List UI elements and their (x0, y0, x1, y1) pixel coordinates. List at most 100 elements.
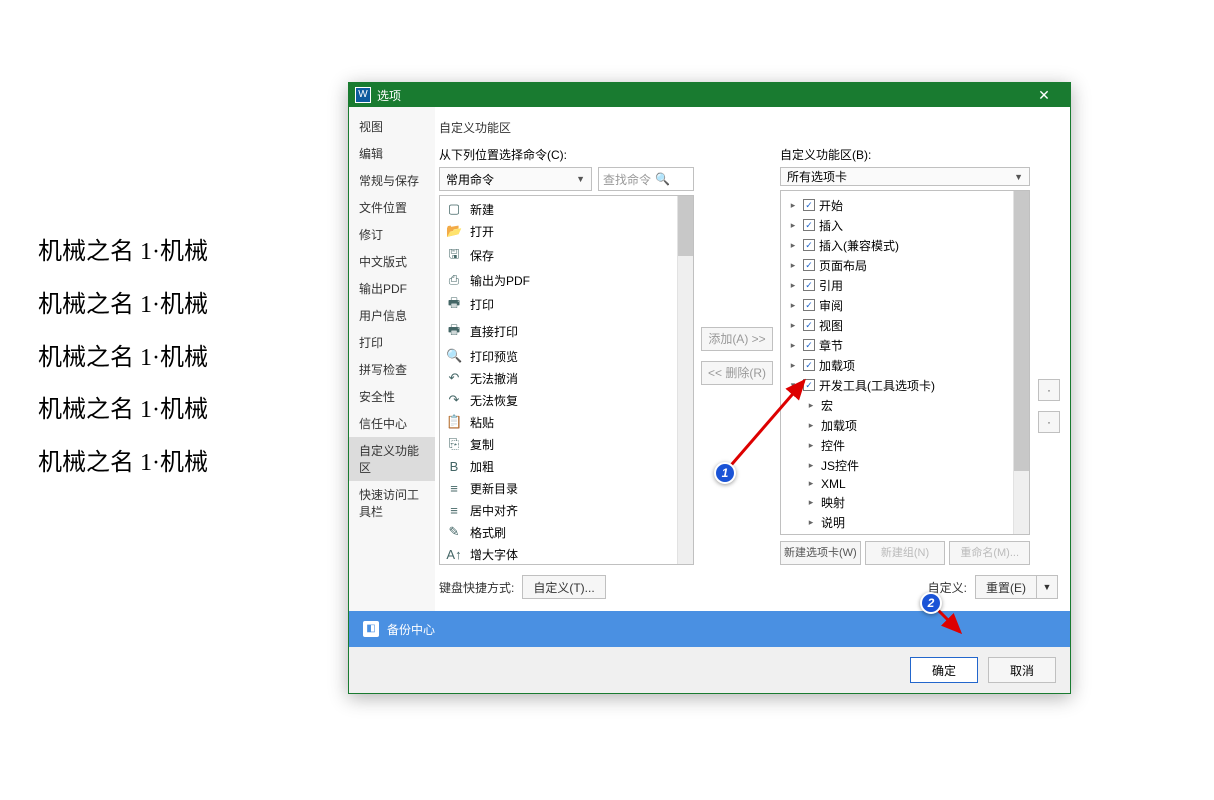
command-item[interactable]: ✎格式刷 (440, 521, 693, 543)
search-commands-input[interactable]: 查找命令 🔍 (598, 167, 694, 191)
tree-node[interactable]: ▸✓引用 (783, 275, 1027, 295)
sidenav-item[interactable]: 常规与保存 (349, 167, 435, 194)
sidenav-item[interactable]: 文件位置 (349, 194, 435, 221)
command-item[interactable]: ≡更新目录 (440, 477, 693, 499)
tree-node[interactable]: ▸✓插入 (783, 215, 1027, 235)
tree-node[interactable]: ▸关闭 (783, 532, 1027, 535)
expand-icon[interactable]: ▸ (787, 280, 799, 291)
tree-node[interactable]: ▾✓开发工具(工具选项卡) (783, 375, 1027, 395)
checkbox[interactable]: ✓ (803, 219, 815, 231)
new-group-button[interactable]: 新建组(N) (865, 541, 946, 565)
reset-dropdown[interactable]: ▼ (1037, 575, 1058, 599)
sidenav-item[interactable]: 输出PDF (349, 275, 435, 302)
move-up-button[interactable]: · (1038, 379, 1060, 401)
checkbox[interactable]: ✓ (803, 299, 815, 311)
command-item[interactable]: ⎘复制 (440, 433, 693, 455)
tree-node[interactable]: ▸✓插入(兼容模式) (783, 235, 1027, 255)
expand-icon[interactable]: ▸ (787, 220, 799, 231)
checkbox[interactable]: ✓ (803, 239, 815, 251)
section-title: 自定义功能区 (439, 115, 1058, 140)
checkbox[interactable]: ✓ (803, 199, 815, 211)
command-item[interactable]: 📂打开 (440, 220, 693, 242)
command-icon: 🖶 (446, 321, 462, 343)
sidenav-item[interactable]: 打印 (349, 329, 435, 356)
titlebar: W 选项 ✕ (349, 83, 1070, 107)
command-icon: 🖫 (446, 245, 462, 267)
scrollbar[interactable] (677, 196, 693, 564)
command-item[interactable]: 🖶直接打印 (440, 318, 693, 345)
callout-1: 1 (714, 462, 736, 484)
expand-icon[interactable]: ▸ (787, 340, 799, 351)
command-item[interactable]: ↷无法恢复 (440, 389, 693, 411)
sidenav-item[interactable]: 修订 (349, 221, 435, 248)
tree-node[interactable]: ▸映射 (783, 492, 1027, 512)
command-icon: ≡ (446, 481, 462, 496)
command-item[interactable]: 📋粘贴 (440, 411, 693, 433)
cancel-button[interactable]: 取消 (988, 657, 1056, 683)
expand-icon[interactable]: ▸ (805, 517, 817, 528)
command-icon: B (446, 459, 462, 474)
checkbox[interactable]: ✓ (803, 319, 815, 331)
scrollbar[interactable] (1013, 191, 1029, 534)
sidenav-item[interactable]: 快速访问工具栏 (349, 481, 435, 525)
dialog-title: 选项 (377, 87, 1024, 104)
move-down-button[interactable]: · (1038, 411, 1060, 433)
command-item[interactable]: ▢新建 (440, 198, 693, 220)
command-item[interactable]: ≡居中对齐 (440, 499, 693, 521)
close-icon[interactable]: ✕ (1024, 87, 1064, 104)
rename-button[interactable]: 重命名(M)... (949, 541, 1030, 565)
options-sidenav: 视图编辑常规与保存文件位置修订中文版式输出PDF用户信息打印拼写检查安全性信任中… (349, 107, 435, 611)
keyboard-shortcut-label: 键盘快捷方式: (439, 579, 514, 596)
expand-icon[interactable]: ▸ (787, 320, 799, 331)
expand-icon[interactable]: ▸ (787, 200, 799, 211)
sidenav-item[interactable]: 中文版式 (349, 248, 435, 275)
command-item[interactable]: ⎙输出为PDF (440, 269, 693, 291)
sidenav-item[interactable]: 安全性 (349, 383, 435, 410)
command-icon: ▢ (446, 201, 462, 217)
tree-node[interactable]: ▸控件 (783, 435, 1027, 455)
command-item[interactable]: 🔍打印预览 (440, 345, 693, 367)
tree-node[interactable]: ▸✓审阅 (783, 295, 1027, 315)
command-icon: 🔍 (446, 348, 462, 364)
tree-node[interactable]: ▸✓视图 (783, 315, 1027, 335)
tree-node[interactable]: ▸加载项 (783, 415, 1027, 435)
add-button[interactable]: 添加(A) >> (701, 327, 773, 351)
reset-button[interactable]: 重置(E) (975, 575, 1037, 599)
expand-icon[interactable]: ▸ (787, 360, 799, 371)
sidenav-item[interactable]: 信任中心 (349, 410, 435, 437)
command-source-combo[interactable]: 常用命令 ▼ (439, 167, 592, 191)
sidenav-item[interactable]: 编辑 (349, 140, 435, 167)
tree-node[interactable]: ▸✓页面布局 (783, 255, 1027, 275)
tree-node[interactable]: ▸XML (783, 475, 1027, 492)
command-item[interactable]: B加粗 (440, 455, 693, 477)
expand-icon[interactable]: ▸ (787, 300, 799, 311)
checkbox[interactable]: ✓ (803, 259, 815, 271)
sidenav-item[interactable]: 拼写检查 (349, 356, 435, 383)
customize-shortcut-button[interactable]: 自定义(T)... (522, 575, 605, 599)
tree-node[interactable]: ▸宏 (783, 395, 1027, 415)
new-tab-button[interactable]: 新建选项卡(W) (780, 541, 861, 565)
commands-listbox[interactable]: ▢新建📂打开🖫保存⎙输出为PDF🖶打印🖶直接打印🔍打印预览↶无法撤消↷无法恢复📋… (439, 195, 694, 565)
tree-node[interactable]: ▸✓章节 (783, 335, 1027, 355)
expand-icon[interactable]: ▸ (787, 260, 799, 271)
command-icon: 📂 (446, 223, 462, 239)
ok-button[interactable]: 确定 (910, 657, 978, 683)
command-item[interactable]: 🖫保存 (440, 242, 693, 269)
command-item[interactable]: ↶无法撤消 (440, 367, 693, 389)
ribbon-tree[interactable]: ▸✓开始▸✓插入▸✓插入(兼容模式)▸✓页面布局▸✓引用▸✓审阅▸✓视图▸✓章节… (780, 190, 1030, 535)
sidenav-item[interactable]: 用户信息 (349, 302, 435, 329)
expand-icon[interactable]: ▸ (787, 240, 799, 251)
command-item[interactable]: A↑增大字体 (440, 543, 693, 564)
tree-node[interactable]: ▸说明 (783, 512, 1027, 532)
checkbox[interactable]: ✓ (803, 339, 815, 351)
expand-icon[interactable]: ▸ (805, 497, 817, 508)
checkbox[interactable]: ✓ (803, 279, 815, 291)
sidenav-item[interactable]: 自定义功能区 (349, 437, 435, 481)
command-item[interactable]: 🖶打印 (440, 291, 693, 318)
ribbon-combo[interactable]: 所有选项卡 ▼ (780, 167, 1030, 186)
tree-node[interactable]: ▸✓加载项 (783, 355, 1027, 375)
tree-node[interactable]: ▸JS控件 (783, 455, 1027, 475)
checkbox[interactable]: ✓ (803, 359, 815, 371)
tree-node[interactable]: ▸✓开始 (783, 195, 1027, 215)
sidenav-item[interactable]: 视图 (349, 113, 435, 140)
